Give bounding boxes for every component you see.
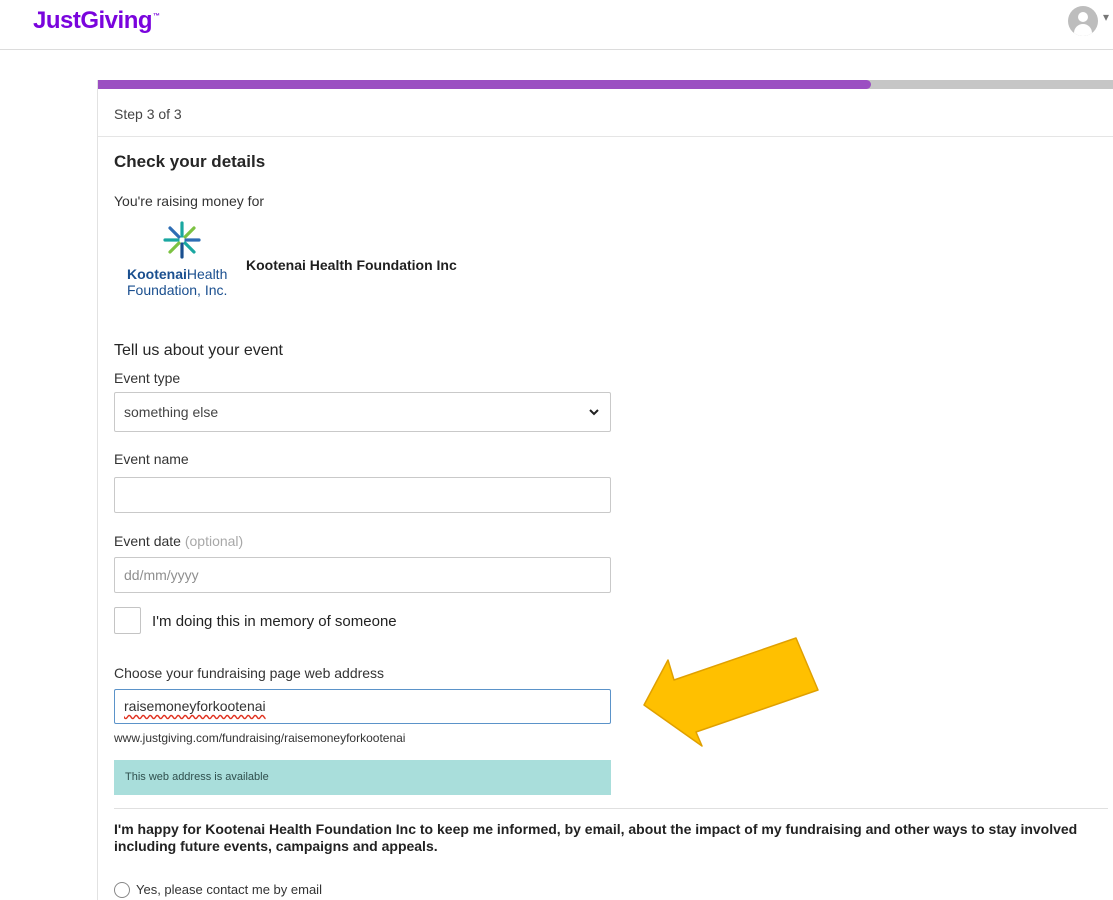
chevron-down-icon[interactable]: ▾ [1103, 10, 1109, 24]
justgiving-logo[interactable]: JustGiving™ [33, 7, 160, 35]
charity-burst-icon [163, 221, 201, 259]
event-name-label: Event name [114, 451, 189, 467]
divider [98, 136, 1113, 137]
charity-logo-line1: KootenaiHealth [127, 266, 228, 282]
divider [114, 808, 1108, 809]
highlight-arrow-icon [643, 637, 819, 747]
web-address-label: Choose your fundraising page web address [114, 665, 385, 681]
memory-checkbox[interactable] [114, 607, 141, 634]
form-card: Step 3 of 3 Check your details You're ra… [97, 80, 1113, 900]
consent-text: I'm happy for Kootenai Health Foundation… [114, 821, 1078, 854]
web-address-input[interactable]: raisemoneyforkootenai [114, 689, 611, 724]
step-label: Step 3 of 3 [114, 106, 182, 122]
progress-bar [98, 80, 1113, 89]
web-address-value: raisemoneyforkootenai [124, 698, 266, 714]
event-date-label: Event date (optional) [114, 533, 244, 549]
section-heading: Check your details [114, 152, 266, 171]
web-address-preview: www.justgiving.com/fundraising/raisemone… [114, 731, 406, 745]
raising-label: You're raising money for [114, 193, 265, 209]
logo-text: JustGiving [33, 7, 153, 34]
progress-fill [98, 80, 871, 89]
consent-radio-yes[interactable] [114, 882, 130, 898]
logo-trademark: ™ [153, 13, 160, 20]
event-date-input[interactable] [114, 557, 611, 593]
event-heading: Tell us about your event [114, 342, 283, 359]
consent-radio-label[interactable]: Yes, please contact me by email [136, 882, 322, 897]
user-avatar-icon[interactable] [1068, 6, 1098, 36]
event-type-value: something else [124, 404, 219, 420]
charity-logo-line2: Foundation, Inc. [127, 282, 228, 298]
event-name-input[interactable] [114, 477, 611, 513]
availability-text: This web address is available [125, 771, 269, 783]
event-type-label: Event type [114, 370, 181, 386]
charity-name: Kootenai Health Foundation Inc [246, 257, 457, 273]
availability-status: This web address is available [114, 760, 611, 795]
chevron-down-icon [589, 409, 599, 416]
event-type-select[interactable]: something else [114, 392, 611, 432]
optional-hint: (optional) [184, 533, 244, 549]
top-header: JustGiving™ ▾ [0, 0, 1113, 50]
charity-logo: KootenaiHealth Foundation, Inc. [122, 220, 242, 310]
memory-checkbox-label[interactable]: I'm doing this in memory of someone [152, 613, 397, 630]
